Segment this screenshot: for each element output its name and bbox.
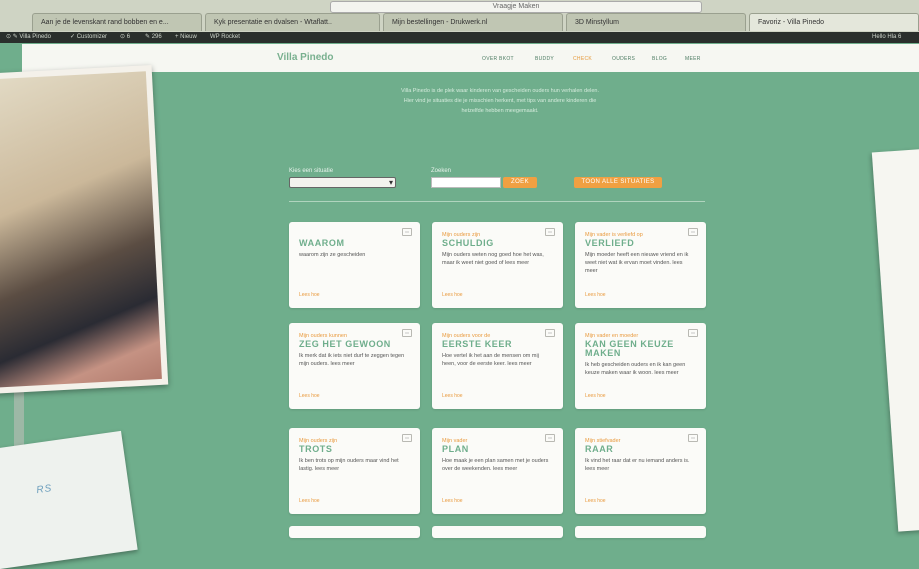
category-label: Kies een situatie bbox=[289, 168, 334, 174]
card-description: Ik vind het raar dat er nu iemand anders… bbox=[585, 458, 690, 472]
nav-link-active[interactable]: CHECK bbox=[573, 56, 592, 62]
card-description: Mijn ouders weten nog goed hoe het was, … bbox=[442, 252, 544, 266]
card-title: ZEG HET GEWOON bbox=[299, 339, 391, 349]
bookmark-item[interactable]: WP Rocket bbox=[210, 32, 240, 43]
card-title: EERSTE KEER bbox=[442, 339, 513, 349]
card-link[interactable]: Lees hoe bbox=[442, 292, 463, 298]
intro-line: Hier vind je situaties die je misschien … bbox=[403, 98, 597, 104]
bookmark-icon[interactable]: ▭ bbox=[545, 329, 555, 337]
bookmark-item[interactable]: ✓ Customizer bbox=[70, 32, 107, 43]
card-description: Mijn moeder heeft een nieuwe vriend en i… bbox=[585, 252, 689, 274]
browser-tab[interactable]: Mijn bestellingen - Drukwerk.nl bbox=[383, 13, 563, 31]
card-description: Ik ben trots op mijn ouders maar vind he… bbox=[299, 458, 399, 472]
nav-link[interactable]: MEER bbox=[685, 56, 701, 62]
card-title: TROTS bbox=[299, 444, 333, 454]
search-button[interactable]: ZOEK bbox=[503, 177, 537, 188]
situation-card[interactable]: ▭ Mijn ouders kunnen ZEG HET GEWOON Ik m… bbox=[289, 323, 420, 409]
nav-link[interactable]: BUDDY bbox=[535, 56, 554, 62]
situation-card-partial[interactable] bbox=[289, 526, 420, 538]
card-link[interactable]: Lees hoe bbox=[299, 498, 320, 504]
card-link[interactable]: Lees hoe bbox=[585, 292, 606, 298]
bookmarks-bar: ⊙ ✎ Villa Pinedo ✓ Customizer ⊙ 6 ✎ 296 … bbox=[0, 32, 919, 43]
browser-tab[interactable]: Aan je de levenskant rand bobben en e... bbox=[32, 13, 202, 31]
card-link[interactable]: Lees hoe bbox=[585, 393, 606, 399]
search-label: Zoeken bbox=[431, 168, 452, 174]
situation-card[interactable]: ▭ Mijn ouders voor de EERSTE KEER Hoe ve… bbox=[432, 323, 563, 409]
address-bar[interactable]: Vraagje Maken bbox=[330, 1, 702, 13]
site-logo[interactable]: Villa Pinedo bbox=[277, 52, 334, 63]
bookmark-icon[interactable]: ▭ bbox=[688, 329, 698, 337]
situation-card[interactable]: ▭ Mijn ouders zijn SCHULDIG Mijn ouders … bbox=[432, 222, 563, 308]
browser-tab[interactable]: 3D Minstyllum bbox=[566, 13, 746, 31]
browser-tab[interactable]: Kyk presentatie en dvalsen - Wtaflatt.. bbox=[205, 13, 380, 31]
browser-tab-bar: Vraagje Maken Aan je de levenskant rand … bbox=[0, 0, 919, 33]
situation-card-partial[interactable] bbox=[575, 526, 706, 538]
card-link[interactable]: Lees hoe bbox=[442, 393, 463, 399]
situation-card[interactable]: ▭ Mijn vader is verliefd op VERLIEFD Mij… bbox=[575, 222, 706, 308]
card-description: Hoe maak je een plan samen met je ouders… bbox=[442, 458, 549, 472]
overlay-photo bbox=[0, 64, 169, 396]
card-link[interactable]: Lees hoe bbox=[585, 498, 606, 504]
show-all-button[interactable]: TOON ALLE SITUATIES bbox=[574, 177, 662, 188]
nav-link[interactable]: OVER BKOT bbox=[482, 56, 514, 62]
category-select[interactable]: ▾ bbox=[289, 177, 396, 188]
card-link[interactable]: Lees hoe bbox=[442, 498, 463, 504]
card-description: Hoe vertel ik het aan de mensen om mij h… bbox=[442, 353, 539, 367]
situation-card[interactable]: ▭ Mijn ouders zijn TROTS Ik ben trots op… bbox=[289, 428, 420, 514]
bookmark-item[interactable]: ⊙ 6 bbox=[120, 32, 130, 43]
situation-card[interactable]: ▭ Mijn stiefvader RAAR Ik vind het raar … bbox=[575, 428, 706, 514]
window-side-strip bbox=[14, 390, 24, 450]
intro-line: Villa Pinedo is de plek waar kinderen va… bbox=[400, 88, 600, 94]
situation-card[interactable]: ▭ WAAROM waarom zijn ze gescheiden Lees … bbox=[289, 222, 420, 308]
browser-tab-active[interactable]: Favoriz - Villa Pinedo bbox=[749, 13, 919, 31]
bookmark-icon[interactable]: ▭ bbox=[545, 434, 555, 442]
chevron-down-icon: ▾ bbox=[388, 178, 393, 187]
situation-card[interactable]: ▭ Mijn vader PLAN Hoe maak je een plan s… bbox=[432, 428, 563, 514]
overlay-paper-strip bbox=[871, 148, 919, 532]
card-title: PLAN bbox=[442, 444, 469, 454]
overlay-paper-card: RS bbox=[0, 430, 138, 569]
situation-card[interactable]: ▭ Mijn vader en moeder KAN GEEN KEUZE MA… bbox=[575, 323, 706, 409]
card-description: waarom zijn ze gescheiden bbox=[299, 252, 366, 258]
paper-card-text: RS bbox=[35, 483, 53, 497]
card-description: Ik heb gescheiden ouders en ik kan geen … bbox=[585, 362, 686, 376]
photo-image bbox=[0, 71, 162, 389]
card-link[interactable]: Lees hoe bbox=[299, 292, 320, 298]
bookmark-icon[interactable]: ▭ bbox=[545, 228, 555, 236]
nav-link[interactable]: OUDERS bbox=[612, 56, 635, 62]
card-title: KAN GEEN KEUZE MAKEN bbox=[585, 339, 674, 358]
bookmark-item[interactable]: ✎ 296 bbox=[145, 32, 162, 43]
card-title: VERLIEFD bbox=[585, 238, 635, 248]
card-title: RAAR bbox=[585, 444, 614, 454]
divider bbox=[289, 201, 705, 202]
bookmark-icon[interactable]: ▭ bbox=[402, 329, 412, 337]
bookmark-icon[interactable]: ▭ bbox=[402, 228, 412, 236]
situation-card-partial[interactable] bbox=[432, 526, 563, 538]
card-title: SCHULDIG bbox=[442, 238, 494, 248]
card-description: Ik merk dat ik iets niet durf te zeggen … bbox=[299, 353, 405, 367]
bookmark-item[interactable]: Hello Hla 6 bbox=[872, 32, 901, 43]
nav-link[interactable]: BLOG bbox=[652, 56, 667, 62]
search-input[interactable] bbox=[431, 177, 501, 188]
bookmark-icon[interactable]: ▭ bbox=[688, 228, 698, 236]
card-link[interactable]: Lees hoe bbox=[299, 393, 320, 399]
card-title: WAAROM bbox=[299, 238, 345, 248]
bookmark-item[interactable]: ⊙ ✎ Villa Pinedo bbox=[6, 32, 51, 43]
bookmark-icon[interactable]: ▭ bbox=[688, 434, 698, 442]
bookmark-icon[interactable]: ▭ bbox=[402, 434, 412, 442]
intro-line: hetzelfde hebben meegemaakt. bbox=[461, 108, 539, 114]
site-navigation: Villa Pinedo OVER BKOT BUDDY CHECK OUDER… bbox=[22, 44, 919, 72]
bookmark-item[interactable]: + Nieuw bbox=[175, 32, 197, 43]
